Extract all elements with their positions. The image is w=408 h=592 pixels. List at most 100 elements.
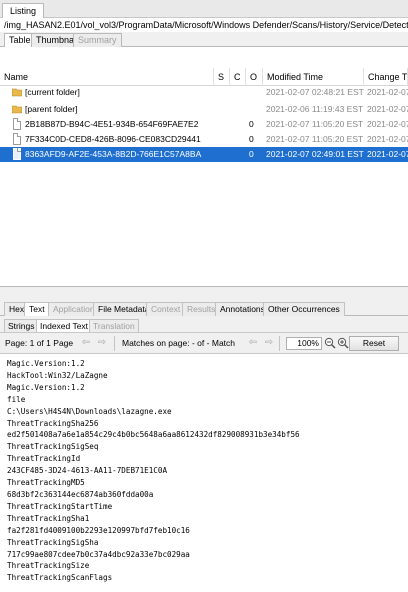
cell-o: 0 <box>249 119 254 129</box>
content-viewer-tabs: Hex Text Application File Metadata Conte… <box>0 300 408 317</box>
prev-page-button[interactable]: ⇦ <box>80 337 92 349</box>
file-table: Name S C O Modified Time Change Time [cu… <box>0 47 408 287</box>
prev-match-button[interactable]: ⇦ <box>247 337 259 349</box>
tab-translation: Translation <box>89 319 139 332</box>
text-line: ThreatTrackingSha256 <box>7 418 99 428</box>
cell-modified-time: 2021-02-07 11:05:20 EST <box>266 119 364 129</box>
cell-change-time: 2021-02-07 <box>367 104 408 114</box>
cell-c <box>232 102 246 117</box>
page-word: Page <box>53 338 74 348</box>
tab-text[interactable]: Text <box>24 302 50 317</box>
zoom-in-icon[interactable] <box>337 337 349 349</box>
folder-icon <box>12 105 22 114</box>
toolbar-divider <box>114 336 115 351</box>
cell-o <box>249 102 263 117</box>
table-row[interactable]: [parent folder] 2021-02-06 11:19:43 EST 20… <box>0 102 408 117</box>
next-match-button[interactable]: ⇨ <box>263 337 275 349</box>
cell-modified-time: 2021-02-07 02:49:01 EST <box>266 149 364 159</box>
text-line: ThreatTrackingScanFlags <box>7 573 113 583</box>
file-icon <box>13 118 21 130</box>
tab-listing[interactable]: Listing <box>2 3 45 18</box>
column-header-o[interactable]: O <box>246 68 263 86</box>
text-line: ThreatTrackingId <box>7 454 81 464</box>
cell-modified-time: 2021-02-07 02:48:21 EST <box>266 87 364 97</box>
cell-o: 0 <box>249 134 254 144</box>
cell-name: 8363AFD9-AF2E-453A-8B2D-766E1C57A8BA <box>25 149 202 159</box>
matches-of: of <box>197 338 205 348</box>
folder-icon <box>12 88 22 97</box>
text-line: file <box>7 394 26 404</box>
path-breadcrumb: /img_HASAN2.E01/vol_vol3/ProgramData/Mic… <box>0 18 408 32</box>
matches-indicator: Matches on page: - of - Match <box>122 338 235 348</box>
text-line: ed2f501408a7a6e1a854c29c4b0bc5648a6aa861… <box>7 430 300 440</box>
text-line: 717c99ae807cdee7b0c37a4dbc92a33e7bc029aa <box>7 549 190 559</box>
cell-modified-time: 2021-02-07 11:05:20 EST <box>266 134 364 144</box>
cell-s <box>216 117 230 132</box>
next-page-button[interactable]: ⇨ <box>96 337 108 349</box>
top-tab-strip: Listing <box>0 0 408 18</box>
cell-name: [current folder] <box>25 87 80 97</box>
cell-name: 7F334C0D-CED8-426B-8096-CE083CD29441 <box>25 134 201 144</box>
column-header-change-time[interactable]: Change Time <box>364 68 408 86</box>
table-row[interactable]: 7F334C0D-CED8-426B-8096-CE083CD29441 0 202… <box>0 132 408 147</box>
text-toolbar: Page: 1 of 1 Page ⇦ ⇨ Matches on page: -… <box>0 332 408 354</box>
text-line: 243CF485-3D24-4613-AA11-7DEB71E1C0A <box>7 466 168 476</box>
tab-summary: Summary <box>73 33 122 47</box>
cell-change-time: 2021-02-07 <box>367 149 408 159</box>
text-line: ThreatTrackingSigSeq <box>7 442 99 452</box>
column-header-name[interactable]: Name <box>0 68 214 86</box>
cell-name: 2B18B87D-B94C-4E51-934B-654F69FAE7E2 <box>25 119 199 129</box>
reset-button[interactable]: Reset <box>349 336 399 351</box>
tab-other-occurrences[interactable]: Other Occurrences <box>263 302 345 316</box>
matches-label: Matches on page: <box>122 338 190 348</box>
cell-change-time: 2021-02-07 <box>367 134 408 144</box>
page-total: 1 <box>46 338 51 348</box>
cell-c <box>232 132 246 147</box>
matches-value: - <box>191 338 195 348</box>
text-line: 68d3bf2c363144ec6874ab360fdda00a <box>7 489 154 499</box>
column-header-modified-time[interactable]: Modified Time <box>263 68 364 86</box>
tab-context: Context <box>146 302 186 316</box>
tab-strings[interactable]: Strings <box>4 319 39 332</box>
cell-o: 0 <box>249 149 254 159</box>
table-row[interactable]: 8363AFD9-AF2E-453A-8B2D-766E1C57A8BA 0 202… <box>0 147 408 162</box>
text-line: fa2f281fd4009100b2293e120997bfd7feb10c16 <box>7 525 190 535</box>
cell-o <box>249 85 263 100</box>
text-line: ThreatTrackingStartTime <box>7 501 113 511</box>
file-icon <box>13 148 21 160</box>
cell-c <box>232 85 246 100</box>
text-line: ThreatTrackingSigSha <box>7 537 99 547</box>
cell-change-time: 2021-02-07 <box>367 87 408 97</box>
column-header-s[interactable]: S <box>214 68 230 86</box>
page-label: Page: <box>5 338 28 348</box>
cell-c <box>232 147 246 162</box>
text-line: ThreatTrackingSha1 <box>7 513 90 523</box>
view-tabs: Table Thumbnail Summary <box>0 32 408 48</box>
table-row[interactable]: 2B18B87D-B94C-4E51-934B-654F69FAE7E2 0 202… <box>0 117 408 132</box>
column-header-c[interactable]: C <box>230 68 246 86</box>
cell-name: [parent folder] <box>25 104 78 114</box>
table-header: Name S C O Modified Time Change Time <box>0 68 408 86</box>
text-line: Magic.Version:1.2 <box>7 382 85 392</box>
table-row[interactable]: [current folder] 2021-02-07 02:48:21 EST 2… <box>0 85 408 100</box>
text-sub-tabs: Strings Indexed Text Translation <box>0 316 408 332</box>
cell-change-time: 2021-02-07 <box>367 119 408 129</box>
text-line: ThreatTrackingMD5 <box>7 478 85 488</box>
cell-s <box>216 132 230 147</box>
indexed-text-content[interactable]: Magic.Version:1.2 HackTool:Win32/LaZagne M… <box>0 354 408 592</box>
text-line: Magic.Version:1.2 <box>7 359 85 368</box>
tab-application: Application <box>48 302 100 316</box>
tab-indexed-text[interactable]: Indexed Text <box>36 319 93 332</box>
cell-s <box>216 147 230 162</box>
cell-c <box>232 117 246 132</box>
cell-s <box>216 85 230 100</box>
pane-splitter[interactable] <box>0 287 408 300</box>
zoom-out-icon[interactable] <box>324 337 336 349</box>
cell-modified-time: 2021-02-06 11:19:43 EST <box>266 104 364 114</box>
text-line: ThreatTrackingSize <box>7 561 90 571</box>
zoom-level-field[interactable]: 100% <box>286 337 322 350</box>
tab-annotations[interactable]: Annotations <box>215 302 270 316</box>
text-line: HackTool:Win32/LaZagne <box>7 370 108 380</box>
toolbar-divider <box>279 336 280 351</box>
matches-total: - <box>206 338 210 348</box>
